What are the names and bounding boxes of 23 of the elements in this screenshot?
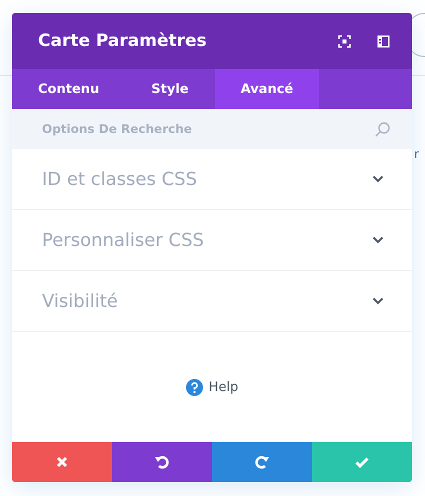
section-title: Personnaliser CSS bbox=[42, 230, 205, 250]
undo-icon bbox=[154, 454, 170, 470]
search-bar[interactable]: Options De Recherche bbox=[12, 109, 412, 149]
page-text: r bbox=[414, 147, 419, 161]
undo-button[interactable] bbox=[112, 442, 212, 482]
section-title: ID et classes CSS bbox=[42, 168, 198, 190]
window-title: Carte Paramètres bbox=[38, 31, 208, 51]
help-link[interactable]: Help bbox=[208, 380, 238, 394]
cancel-button[interactable] bbox=[12, 442, 112, 482]
fullscreen-icon[interactable] bbox=[338, 34, 351, 48]
tab[interactable]: Style bbox=[125, 69, 215, 109]
sidebar-icon[interactable] bbox=[377, 34, 390, 48]
help-icon[interactable] bbox=[186, 378, 203, 396]
redo-button[interactable] bbox=[212, 442, 312, 482]
check-icon bbox=[355, 456, 369, 468]
section-title: Visibilité bbox=[42, 290, 119, 312]
redo-icon bbox=[254, 454, 270, 470]
close-icon bbox=[56, 456, 68, 468]
tab[interactable]: Avancé bbox=[214, 69, 320, 109]
search-field[interactable]: Options De Recherche bbox=[42, 122, 375, 136]
tab[interactable]: Contenu bbox=[12, 69, 126, 109]
save-button[interactable] bbox=[312, 442, 412, 482]
search-icon bbox=[375, 122, 390, 136]
